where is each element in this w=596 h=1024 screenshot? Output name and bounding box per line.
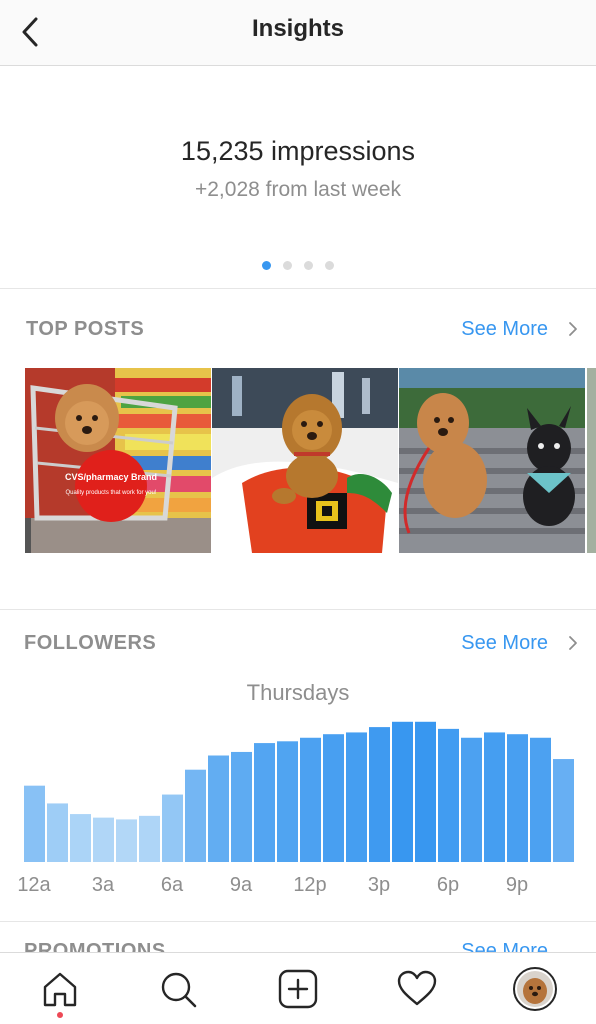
chart-bar[interactable] — [139, 815, 160, 862]
followers-bar-chart[interactable]: 12a 3a 6a 9a 12p 3p 6p 9p — [0, 705, 596, 905]
bottom-tab-bar — [0, 952, 596, 1024]
followers-section: FOLLOWERS See More Thursdays 12a 3a 6a 9a 12… — [0, 610, 596, 922]
tab-activity[interactable] — [395, 967, 439, 1011]
chevron-right-icon[interactable] — [566, 634, 580, 652]
impressions-summary[interactable]: 15,235 impressions +2,028 from last week — [0, 66, 596, 289]
post-thumbnail[interactable] — [212, 368, 398, 553]
top-posts-header: TOP POSTS See More — [0, 310, 596, 350]
chart-bar[interactable] — [116, 819, 137, 862]
chart-bar[interactable] — [162, 794, 183, 862]
profile-avatar — [513, 967, 557, 1011]
tab-search[interactable] — [156, 967, 200, 1011]
pager-dot[interactable] — [283, 261, 292, 270]
home-icon — [43, 972, 77, 1007]
chart-bar[interactable] — [507, 734, 528, 862]
pager-dot[interactable] — [325, 261, 334, 270]
chevron-right-icon[interactable] — [566, 320, 580, 338]
chart-bar[interactable] — [530, 737, 551, 862]
impressions-count: 15,235 impressions — [180, 136, 416, 166]
tab-home[interactable] — [38, 967, 82, 1011]
x-tick-label: 12a — [17, 874, 51, 896]
chart-bar[interactable] — [24, 785, 45, 862]
x-tick-label: 9a — [230, 874, 253, 896]
chart-bar[interactable] — [93, 817, 114, 862]
post-thumbnail[interactable]: CVS/pharmacy Brand Quality products that… — [25, 368, 211, 553]
x-tick-label: 9p — [506, 874, 528, 896]
chart-bar[interactable] — [254, 743, 275, 862]
post-text: Quality products that work for you! — [65, 490, 156, 496]
tab-new-post[interactable] — [276, 967, 320, 1011]
dog-cart-image: CVS/pharmacy Brand Quality products that… — [25, 368, 211, 553]
x-tick-label: 6a — [161, 874, 184, 896]
chart-bar[interactable] — [185, 769, 206, 862]
chart-bar[interactable] — [323, 734, 344, 862]
chart-bar[interactable] — [369, 727, 390, 862]
x-tick-label: 3a — [92, 874, 115, 896]
page-title: Insights — [251, 15, 344, 42]
tab-profile[interactable] — [513, 967, 557, 1011]
section-title: TOP POSTS — [26, 318, 145, 340]
impressions-change: +2,028 from last week — [194, 178, 402, 201]
dog-blanket-image — [212, 368, 398, 553]
chart-bar[interactable] — [300, 737, 321, 862]
see-more-link[interactable]: See More — [461, 632, 548, 655]
notification-dot — [57, 1012, 63, 1018]
see-more-link[interactable]: See More — [461, 318, 548, 341]
chart-bar[interactable] — [47, 803, 68, 862]
pager-dot[interactable] — [304, 261, 313, 270]
pager-dot[interactable] — [262, 261, 271, 270]
dogs-bench-image — [399, 368, 596, 553]
followers-header: FOLLOWERS See More — [0, 624, 596, 664]
post-thumbnail[interactable] — [399, 368, 596, 553]
section-title: FOLLOWERS — [24, 632, 157, 654]
search-icon — [161, 972, 197, 1008]
chart-bar[interactable] — [392, 721, 413, 862]
chart-bar[interactable] — [415, 721, 436, 862]
chart-bar[interactable] — [208, 755, 229, 863]
chart-bar[interactable] — [461, 737, 482, 862]
chart-bar[interactable] — [346, 732, 367, 862]
x-tick-label: 12p — [293, 874, 326, 896]
post-text: CVS/pharmacy Brand — [65, 472, 157, 482]
x-tick-label: 6p — [437, 874, 459, 896]
top-posts-section: TOP POSTS See More CVS/pharmacy Brand Qu… — [0, 290, 596, 610]
x-tick-label: 3p — [368, 874, 390, 896]
add-post-icon — [278, 969, 318, 1009]
chart-title: Thursdays — [246, 680, 350, 705]
chart-bar[interactable] — [553, 759, 574, 862]
pager-dots[interactable] — [0, 261, 596, 270]
heart-icon — [397, 970, 437, 1006]
top-navigation-bar: Insights — [0, 0, 596, 66]
chart-bar[interactable] — [277, 741, 298, 862]
chart-bar[interactable] — [231, 751, 252, 862]
chart-bar[interactable] — [438, 728, 459, 862]
chart-bar[interactable] — [70, 814, 91, 862]
chart-bar[interactable] — [484, 732, 505, 862]
